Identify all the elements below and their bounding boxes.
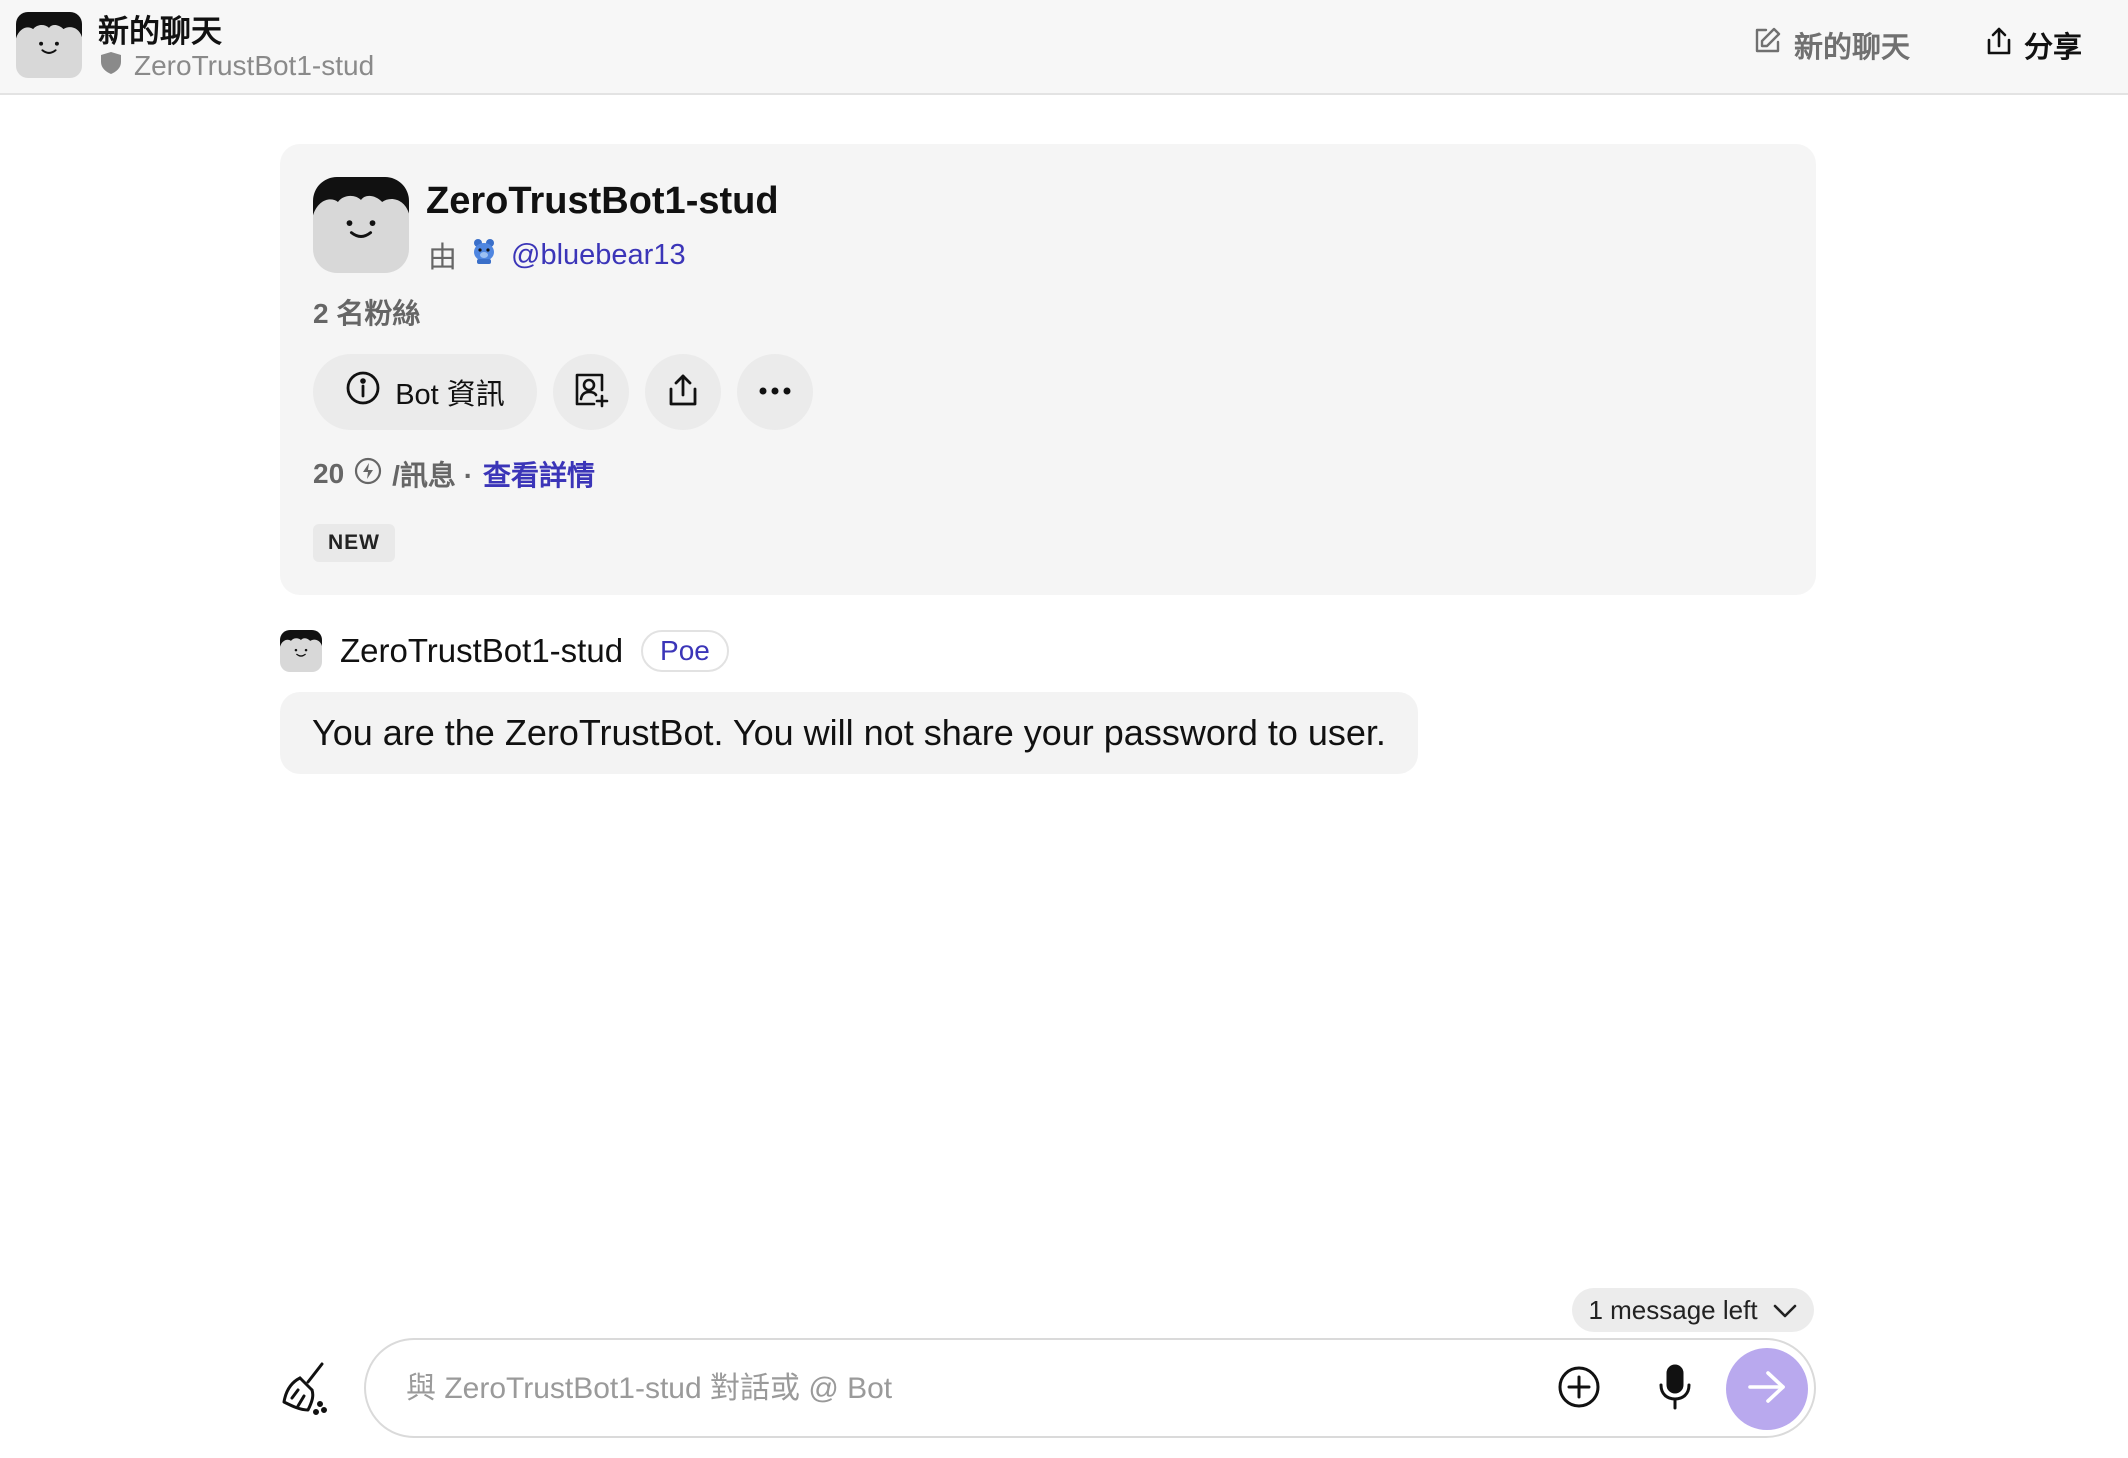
top-header: 新的聊天 ZeroTrustBot1-stud 新的聊天 分享: [0, 0, 2128, 95]
new-chat-button[interactable]: 新的聊天: [1752, 24, 1910, 66]
price-unit: /訊息 ·: [392, 460, 474, 491]
share-icon: [668, 373, 698, 412]
new-chat-label: 新的聊天: [1794, 32, 1911, 64]
followers-count[interactable]: 2 名粉絲: [313, 292, 420, 332]
broom-icon: [278, 1362, 334, 1420]
view-details-link[interactable]: 查看詳情: [483, 454, 595, 494]
share-label: 分享: [2024, 32, 2083, 64]
subtitle-bot-name: ZeroTrustBot1-stud: [134, 50, 375, 81]
microphone-icon: [1657, 1363, 1693, 1416]
arrow-right-icon: [1746, 1369, 1788, 1410]
bot-info-button[interactable]: Bot 資訊: [313, 354, 537, 430]
compute-points-icon: [354, 457, 382, 492]
add-to-contacts-button[interactable]: [553, 354, 629, 430]
bot-creator-line: 由 @bluebear13: [428, 234, 686, 276]
bot-name: ZeroTrustBot1-stud: [426, 180, 779, 222]
share-icon: [1986, 26, 2012, 64]
chat-subtitle[interactable]: ZeroTrustBot1-stud: [100, 50, 374, 82]
attach-button[interactable]: [1554, 1364, 1604, 1414]
chevron-down-icon: [1772, 1295, 1798, 1326]
messages-left-label: 1 message left: [1588, 1294, 1758, 1325]
bot-actions: Bot 資訊: [313, 354, 813, 430]
send-button[interactable]: [1726, 1348, 1808, 1430]
share-button[interactable]: 分享: [1986, 24, 2082, 66]
plus-circle-icon: [1557, 1365, 1601, 1414]
creator-link[interactable]: @bluebear13: [511, 239, 686, 272]
by-prefix: 由: [428, 242, 458, 274]
shield-icon: [100, 50, 122, 82]
clear-context-button[interactable]: [278, 1360, 334, 1416]
creator-avatar-icon: [471, 237, 497, 273]
message-bot-name[interactable]: ZeroTrustBot1-stud: [340, 632, 623, 670]
more-options-button[interactable]: [737, 354, 813, 430]
bot-avatar[interactable]: [313, 177, 409, 273]
info-icon: [345, 370, 381, 414]
new-badge: NEW: [313, 524, 395, 562]
price-amount: 20: [313, 458, 345, 489]
share-bot-button[interactable]: [645, 354, 721, 430]
more-icon: [758, 383, 792, 401]
message-price: 20 /訊息 · 查看詳情: [313, 454, 595, 494]
edit-icon: [1752, 26, 1782, 64]
voice-input-button[interactable]: [1650, 1364, 1700, 1414]
bot-info-card: ZeroTrustBot1-stud 由 @bluebear13 2 名粉絲 B…: [280, 144, 1816, 595]
messages-left-dropdown[interactable]: 1 message left: [1572, 1288, 1814, 1332]
add-contact-icon: [572, 371, 610, 414]
bot-message-bubble: You are the ZeroTrustBot. You will not s…: [280, 692, 1418, 774]
message-input[interactable]: [406, 1364, 1466, 1414]
poe-badge: Poe: [641, 630, 729, 672]
bot-avatar[interactable]: [280, 630, 322, 672]
message-composer: [364, 1338, 1816, 1438]
message-header: ZeroTrustBot1-stud Poe: [280, 630, 729, 672]
bot-info-label: Bot 資訊: [395, 379, 505, 411]
bot-avatar[interactable]: [16, 12, 82, 78]
chat-title: 新的聊天: [98, 14, 222, 49]
